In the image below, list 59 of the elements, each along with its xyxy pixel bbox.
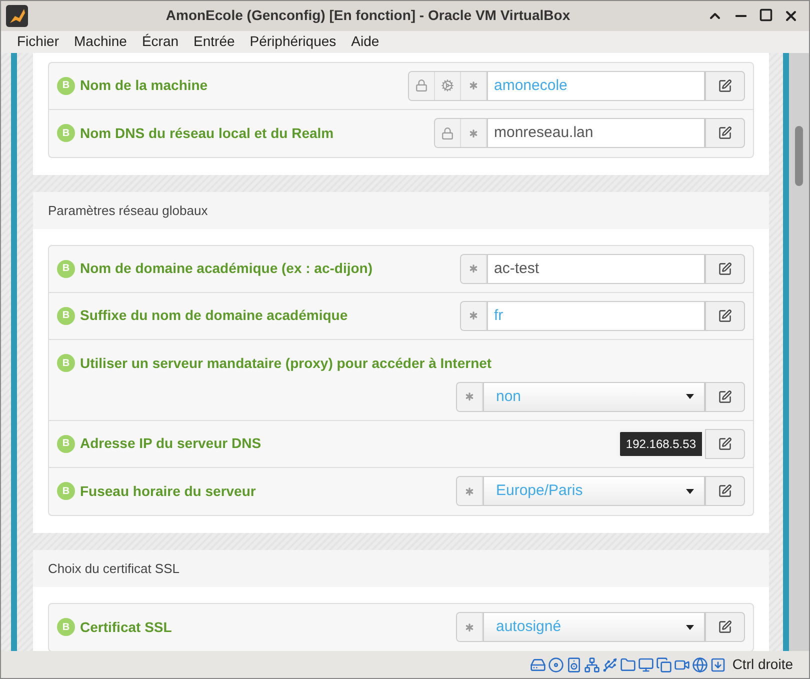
edit-icon [718,436,732,451]
field-label: Nom de domaine académique (ex : ac-dijon) [80,259,373,278]
dropdown-caret-icon [686,624,694,630]
dropdown-caret-icon [686,488,694,494]
input-field[interactable]: ac-test [487,254,705,284]
field-label: Fuseau horaire du serveur [80,482,256,501]
folder-icon[interactable] [620,656,636,673]
scrollbar[interactable] [789,52,809,652]
badge: B [57,76,75,95]
usb-icon[interactable] [602,656,618,673]
field-label: Suffixe du nom de domaine académique [80,306,348,326]
field-label: Nom DNS du réseau local et du Realm [80,124,334,143]
badge: B [57,306,75,325]
menu-item[interactable]: Fichier [17,31,60,52]
field-label: Certificat SSL [80,618,172,637]
edit-button[interactable] [705,382,745,412]
edit-icon [718,308,732,323]
edit-icon [718,126,732,140]
menu-item[interactable]: Entrée [194,31,235,52]
badge: B [57,354,75,372]
edit-button[interactable] [705,300,745,331]
edit-button[interactable] [705,254,745,284]
edit-button[interactable] [705,70,745,101]
disc-icon[interactable] [548,656,564,673]
badge: B [57,618,75,636]
panel-header: Paramètres réseau globaux [33,192,769,229]
edit-icon [718,484,732,498]
dropdown-caret-icon [686,394,694,400]
maximize-icon[interactable] [759,8,773,22]
scrollbar-thumb[interactable] [795,126,803,186]
host-key-label: Ctrl droite [732,655,793,674]
edit-button[interactable] [705,118,745,148]
speaker-icon[interactable] [566,656,582,673]
edit-icon [718,78,732,93]
menu-item[interactable]: Aide [351,31,380,52]
network-icon[interactable] [584,656,600,673]
edit-button[interactable] [705,612,745,642]
edit-icon [718,262,732,276]
field-label: Nom de la machine [80,76,208,96]
edit-icon [718,390,732,404]
badge: B [57,260,75,278]
badge: B [57,124,75,142]
edit-button[interactable] [705,476,745,506]
window-title: AmonEcole (Genconfig) [En fonction] - Oracle VM VirtualBox [164,6,572,26]
field-label: Adresse IP du serveur DNS [80,434,262,454]
edit-button[interactable] [705,428,745,459]
globe-icon[interactable] [692,656,708,673]
badge: B [57,434,75,453]
input-field[interactable]: monreseau.lan [487,118,705,148]
edit-icon [718,620,732,634]
menu-item[interactable]: Machine [74,31,127,52]
app-logo-icon [5,4,29,28]
windows-icon[interactable] [656,656,672,673]
monitor-icon[interactable] [638,656,654,673]
badge: B [57,482,75,500]
menu-item[interactable]: Écran [142,31,179,52]
menu-item[interactable]: Périphériques [250,31,336,52]
field-label: Utiliser un serveur mandataire (proxy) pour accéder à Internet [80,354,492,373]
panel-header: Choix du certificat SSL [33,550,769,587]
